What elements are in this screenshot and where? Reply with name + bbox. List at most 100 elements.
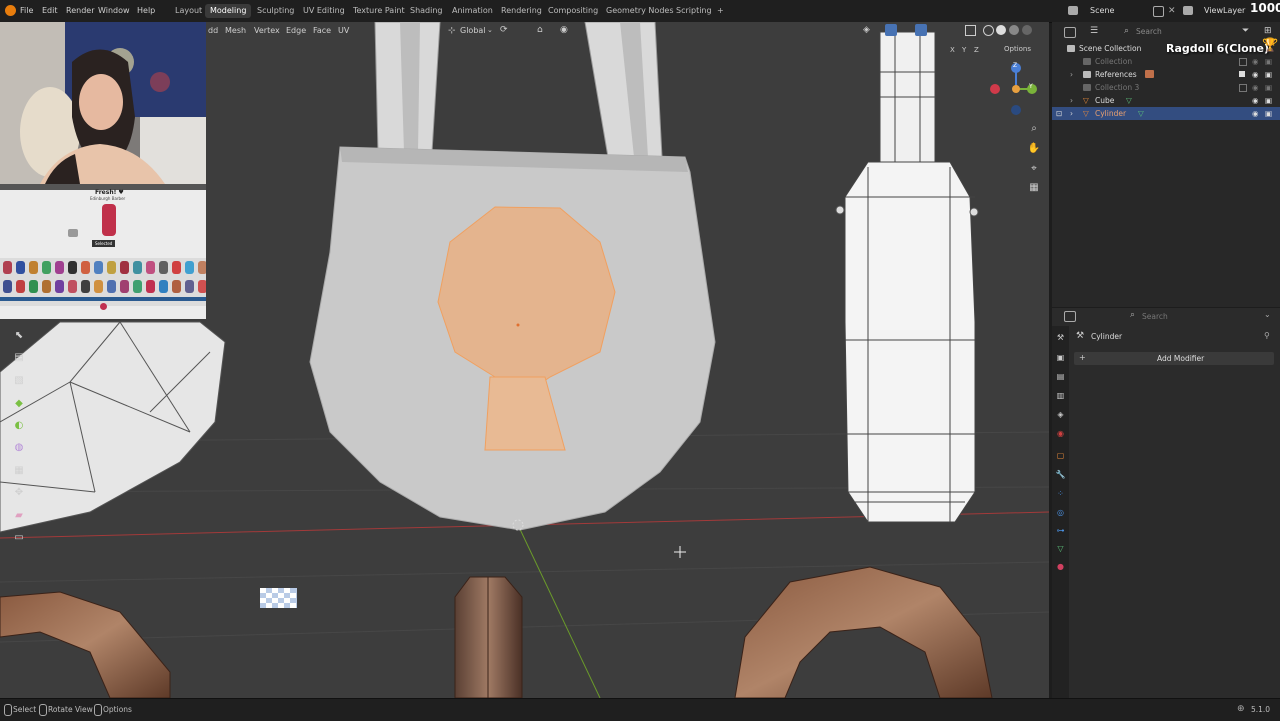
particles-tab-icon[interactable]: ⁘: [1055, 488, 1066, 499]
edit-mode-icon[interactable]: ⊡: [1056, 107, 1062, 120]
grid-view-icon[interactable]: ▦: [1025, 178, 1043, 196]
pin-icon[interactable]: ⚲: [1264, 331, 1270, 340]
tab-scripting[interactable]: Scripting: [671, 4, 717, 18]
add-modifier-button[interactable]: + Add Modifier: [1074, 352, 1274, 365]
rip-tool-icon[interactable]: ▭: [10, 528, 28, 546]
inset-tool-icon[interactable]: ▧: [10, 371, 28, 389]
eye-icon[interactable]: ◉: [1252, 81, 1259, 94]
eye-icon[interactable]: ◉: [1252, 94, 1259, 107]
expand-arrow-icon[interactable]: ›: [1070, 94, 1073, 107]
viewport-menu-edge[interactable]: Edge: [286, 26, 306, 35]
bevel-tool-icon[interactable]: ◆: [10, 394, 28, 412]
gizmo-toggle-icon[interactable]: [885, 24, 897, 36]
outliner-item-collection-3[interactable]: Collection 3 ◉ ▣: [1052, 81, 1280, 94]
scene-tab-icon[interactable]: ◈: [1055, 409, 1066, 420]
outliner-editor-icon[interactable]: [1064, 27, 1076, 38]
loopcut-tool-icon[interactable]: ◐: [10, 416, 28, 434]
add-workspace-button[interactable]: +: [712, 4, 729, 18]
tab-geometry-nodes[interactable]: Geometry Nodes: [601, 4, 678, 18]
new-scene-icon[interactable]: [1153, 6, 1164, 17]
properties-editor-icon[interactable]: [1064, 311, 1076, 322]
shading-rendered-icon[interactable]: [1022, 25, 1032, 35]
physics-tab-icon[interactable]: ◎: [1055, 507, 1066, 518]
tab-layout[interactable]: Layout: [170, 4, 207, 18]
tab-compositing[interactable]: Compositing: [543, 4, 603, 18]
camera-icon[interactable]: ▣: [1265, 68, 1272, 81]
transform-orientation-dropdown[interactable]: Global: [460, 26, 486, 35]
padlock-shackle[interactable]: [374, 22, 663, 158]
polybuild-tool-icon[interactable]: ▦: [10, 461, 28, 479]
scene-icon[interactable]: [1068, 6, 1078, 15]
tab-shading[interactable]: Shading: [405, 4, 448, 18]
material-tab-icon[interactable]: ●: [1055, 561, 1066, 572]
visibility-icon[interactable]: ◈: [863, 25, 870, 35]
knife-tool-icon[interactable]: ◍: [10, 438, 28, 456]
outliner-item-collection[interactable]: Collection ◉ ▣: [1052, 55, 1280, 68]
xray-toggle-icon[interactable]: [965, 25, 976, 36]
camera-icon[interactable]: ▣: [1265, 81, 1272, 94]
view-layer-tab-icon[interactable]: ▥: [1055, 390, 1066, 401]
eye-icon[interactable]: ◉: [1252, 107, 1259, 120]
menu-file[interactable]: File: [20, 6, 33, 15]
tab-uv-editing[interactable]: UV Editing: [298, 4, 350, 18]
camera-icon[interactable]: ▣: [1265, 94, 1272, 107]
tool-tab-icon[interactable]: ⚒: [1055, 332, 1066, 343]
zoom-icon[interactable]: ⌕: [1025, 119, 1043, 137]
expand-arrow-icon[interactable]: ›: [1070, 107, 1073, 120]
shading-solid-icon[interactable]: [996, 25, 1006, 35]
right-column-object[interactable]: [835, 31, 979, 523]
tab-sculpting[interactable]: Sculpting: [252, 4, 299, 18]
mirror-axis-x[interactable]: X: [950, 46, 955, 54]
menu-render[interactable]: Render: [66, 6, 94, 15]
camera-icon[interactable]: ▣: [1265, 107, 1272, 120]
left-wire-object[interactable]: [0, 321, 226, 533]
camera-icon[interactable]: ▣: [1265, 55, 1272, 68]
menu-help[interactable]: Help: [137, 6, 155, 15]
checkbox-icon[interactable]: [1239, 58, 1247, 66]
mirror-axis-z[interactable]: Z: [974, 46, 979, 54]
modifier-tab-icon[interactable]: 🔧: [1055, 469, 1066, 480]
render-tab-icon[interactable]: ▣: [1055, 352, 1066, 363]
viewport-menu-uv[interactable]: UV: [338, 26, 349, 35]
rusty-ring-left[interactable]: [0, 591, 171, 698]
pan-hand-icon[interactable]: ✋: [1025, 139, 1043, 157]
rusty-ring-right[interactable]: [734, 566, 993, 698]
constraints-tab-icon[interactable]: ⊶: [1055, 525, 1066, 536]
move-tool-icon[interactable]: ✥: [10, 483, 28, 501]
viewport-menu-mesh[interactable]: Mesh: [225, 26, 246, 35]
new-collection-icon[interactable]: ⊞: [1264, 26, 1272, 36]
pivot-icon[interactable]: ⟳: [500, 25, 508, 35]
tweak-tool-icon[interactable]: ⬉: [10, 326, 28, 344]
rusty-column-center[interactable]: [454, 576, 523, 698]
properties-search-input[interactable]: Search: [1142, 312, 1168, 321]
shear-tool-icon[interactable]: ▰: [10, 506, 28, 524]
tab-modeling[interactable]: Modeling: [205, 4, 252, 18]
outliner-item-cube[interactable]: › ▽ Cube ▽ ◉ ▣: [1052, 94, 1280, 107]
menu-window[interactable]: Window: [98, 6, 130, 15]
menu-edit[interactable]: Edit: [42, 6, 58, 15]
proportional-edit-icon[interactable]: ◉: [560, 25, 568, 35]
output-tab-icon[interactable]: ▤: [1055, 371, 1066, 382]
delete-scene-icon[interactable]: ✕: [1168, 6, 1176, 16]
checkbox-icon[interactable]: [1239, 71, 1245, 77]
expand-arrow-icon[interactable]: ›: [1070, 68, 1073, 81]
tab-animation[interactable]: Animation: [447, 4, 498, 18]
tab-texture-paint[interactable]: Texture Paint: [348, 4, 410, 18]
viewport-options-button[interactable]: Options: [1004, 45, 1031, 53]
checkbox-icon[interactable]: [1239, 84, 1247, 92]
tab-rendering[interactable]: Rendering: [496, 4, 547, 18]
viewlayer-name[interactable]: ViewLayer: [1204, 6, 1245, 15]
data-tab-icon[interactable]: ▽: [1055, 543, 1066, 554]
eye-icon[interactable]: ◉: [1252, 68, 1259, 81]
viewlayer-icon[interactable]: [1183, 6, 1193, 15]
eye-icon[interactable]: ◉: [1252, 55, 1259, 68]
outliner-search-input[interactable]: Search: [1136, 27, 1162, 36]
camera-view-icon[interactable]: ⌖: [1025, 159, 1043, 177]
chevron-down-icon[interactable]: ⌄: [1264, 310, 1271, 319]
viewport-menu-vertex[interactable]: Vertex: [254, 26, 280, 35]
properties-object-name[interactable]: Cylinder: [1091, 332, 1122, 341]
shading-material-icon[interactable]: [1009, 25, 1019, 35]
object-tab-icon[interactable]: ▢: [1055, 450, 1066, 461]
overlay-toggle-icon[interactable]: [915, 24, 927, 36]
extrude-tool-icon[interactable]: ▤: [10, 348, 28, 366]
